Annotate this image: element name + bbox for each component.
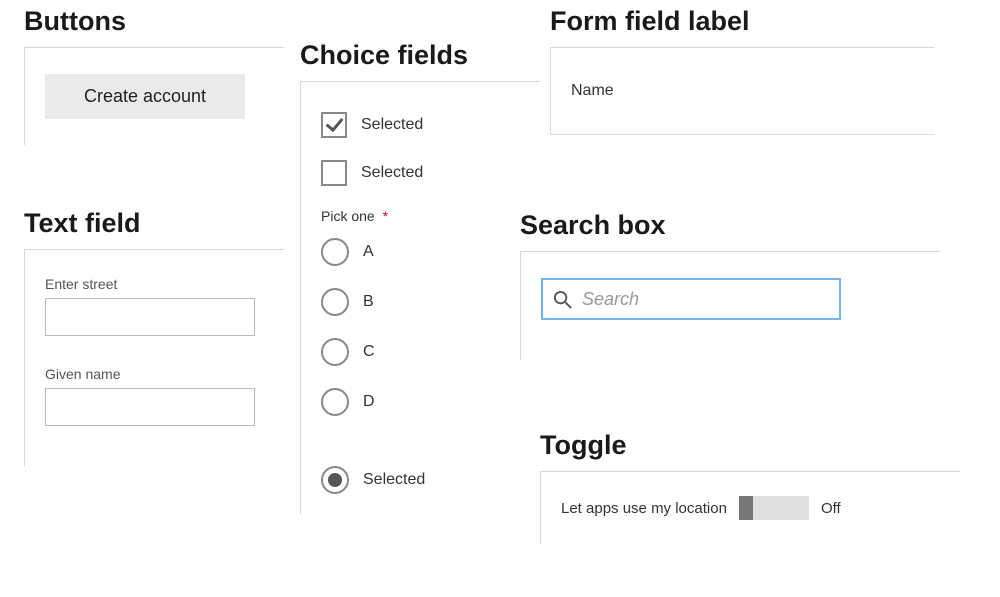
choice-section: Choice fields Selected Selected Pick one… bbox=[300, 40, 540, 514]
pick-one-text: Pick one bbox=[321, 208, 375, 224]
buttons-frame: Create account bbox=[24, 47, 284, 145]
street-input[interactable] bbox=[45, 298, 255, 336]
form-label-heading: Form field label bbox=[550, 6, 950, 37]
form-label-frame: Name bbox=[550, 47, 935, 135]
toggle-switch[interactable] bbox=[739, 496, 809, 520]
buttons-heading: Buttons bbox=[24, 6, 284, 37]
toggle-state: Off bbox=[821, 500, 841, 517]
radio-b[interactable] bbox=[321, 288, 349, 316]
search-heading: Search box bbox=[520, 210, 940, 241]
text-field-heading: Text field bbox=[24, 208, 284, 239]
buttons-section: Buttons Create account bbox=[24, 6, 284, 145]
radio-row: D bbox=[321, 388, 520, 416]
search-icon bbox=[553, 290, 572, 309]
checkbox-label-1: Selected bbox=[361, 116, 423, 134]
radio-label-c: C bbox=[363, 343, 375, 361]
street-label: Enter street bbox=[45, 276, 264, 292]
radio-label-d: D bbox=[363, 393, 375, 411]
radio-row: Selected bbox=[321, 466, 540, 494]
radio-label-selected: Selected bbox=[363, 471, 425, 489]
search-frame bbox=[520, 251, 940, 360]
radio-label-b: B bbox=[363, 293, 374, 311]
checkbox-label-2: Selected bbox=[361, 164, 423, 182]
radio-label-a: A bbox=[363, 243, 374, 261]
radio-d[interactable] bbox=[321, 388, 349, 416]
radio-c[interactable] bbox=[321, 338, 349, 366]
checkbox-selected-2[interactable] bbox=[321, 160, 347, 186]
given-name-field-group: Given name bbox=[45, 366, 264, 426]
checkbox-row: Selected bbox=[321, 160, 520, 186]
extra-radio-frame: Selected bbox=[300, 446, 540, 514]
toggle-label: Let apps use my location bbox=[561, 500, 727, 517]
search-box[interactable] bbox=[541, 278, 841, 320]
toggle-row: Let apps use my location Off bbox=[561, 496, 940, 520]
toggle-frame: Let apps use my location Off bbox=[540, 471, 960, 544]
radio-row: A bbox=[321, 238, 520, 266]
create-account-button[interactable]: Create account bbox=[45, 74, 245, 119]
checkbox-row: Selected bbox=[321, 112, 520, 138]
radio-selected[interactable] bbox=[321, 466, 349, 494]
toggle-thumb bbox=[739, 496, 753, 520]
text-field-section: Text field Enter street Given name bbox=[24, 208, 284, 466]
pick-one-label: Pick one * bbox=[321, 208, 520, 224]
given-name-label: Given name bbox=[45, 366, 264, 382]
given-name-input[interactable] bbox=[45, 388, 255, 426]
search-input[interactable] bbox=[582, 289, 829, 310]
required-asterisk: * bbox=[383, 208, 388, 224]
form-label-section: Form field label Name bbox=[550, 6, 950, 135]
toggle-section: Toggle Let apps use my location Off bbox=[540, 430, 960, 544]
choice-frame: Selected Selected Pick one * A B C D bbox=[300, 81, 540, 446]
street-field-group: Enter street bbox=[45, 276, 264, 336]
radio-a[interactable] bbox=[321, 238, 349, 266]
text-field-frame: Enter street Given name bbox=[24, 249, 284, 466]
radio-row: B bbox=[321, 288, 520, 316]
choice-heading: Choice fields bbox=[300, 40, 540, 71]
checkbox-selected-1[interactable] bbox=[321, 112, 347, 138]
search-section: Search box bbox=[520, 210, 940, 360]
toggle-heading: Toggle bbox=[540, 430, 960, 461]
form-label-value: Name bbox=[571, 82, 614, 99]
radio-row: C bbox=[321, 338, 520, 366]
